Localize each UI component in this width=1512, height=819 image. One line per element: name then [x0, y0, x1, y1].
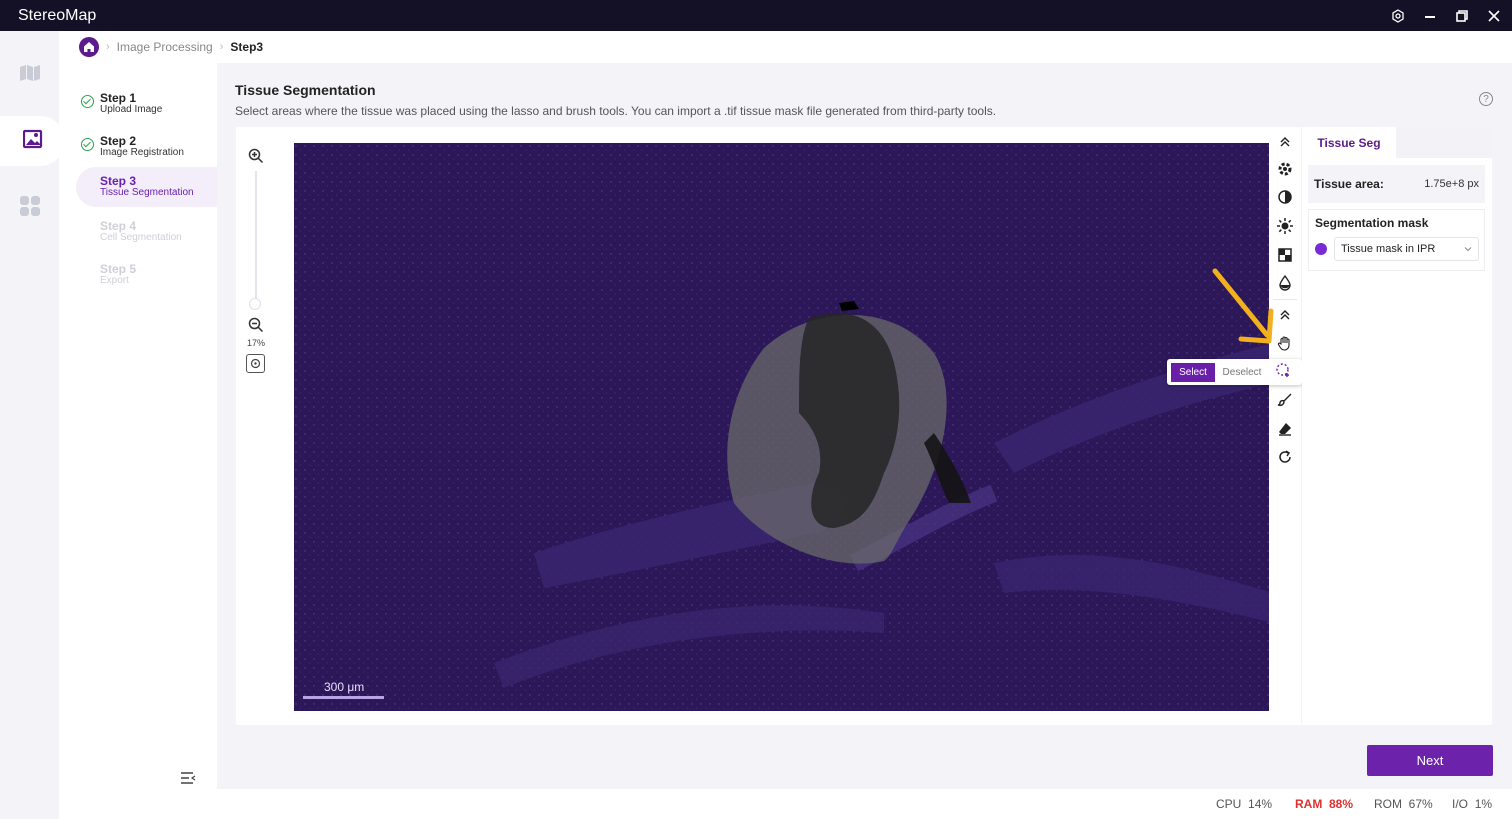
step-subtitle: Cell Segmentation — [100, 232, 182, 243]
step-subtitle: Upload Image — [100, 104, 163, 115]
tissue-image — [294, 143, 1273, 711]
close-icon[interactable] — [1486, 8, 1502, 24]
minimize-icon[interactable] — [1422, 8, 1438, 24]
settings-gear-icon[interactable] — [1275, 159, 1295, 179]
canvas-card: 17% 300 μm — [236, 127, 1288, 725]
annotation-arrow-icon — [1212, 268, 1274, 344]
title-bar: StereoMap — [0, 0, 1512, 31]
target-icon — [250, 358, 261, 369]
select-mode-button[interactable]: Select — [1171, 362, 1215, 382]
lasso-add-icon[interactable] — [1275, 362, 1291, 383]
step-title: Step 2 — [100, 134, 137, 148]
tissue-seg-panel: Tissue Seg Tissue area: 1.75e+8 px Segme… — [1302, 127, 1492, 725]
tab-tissue-seg[interactable]: Tissue Seg — [1302, 127, 1396, 158]
rail-item-map[interactable] — [0, 50, 59, 100]
step-1[interactable]: Step 1 Upload Image — [76, 87, 217, 127]
window-controls — [1390, 0, 1502, 31]
breadcrumb-image-processing[interactable]: Image Processing — [117, 40, 213, 54]
step-title: Step 5 — [100, 262, 137, 276]
breadcrumb-step3: Step3 — [230, 40, 264, 54]
zoom-in-icon[interactable] — [248, 148, 264, 164]
zoom-out-icon[interactable] — [248, 317, 264, 333]
zoom-level: 17% — [246, 338, 265, 348]
home-icon — [84, 42, 94, 52]
step-title: Step 4 — [100, 219, 137, 233]
breadcrumb: › Image Processing › Step3 — [59, 31, 1512, 63]
map-icon — [19, 64, 41, 87]
chevron-down-icon — [1464, 247, 1472, 252]
mask-dropdown-value: Tissue mask in IPR — [1341, 243, 1436, 255]
check-circle-icon — [81, 138, 94, 151]
brightness-icon[interactable] — [1275, 216, 1295, 236]
tissue-area-value: 1.75e+8 px — [1424, 178, 1479, 190]
rom-value: 67% — [1408, 797, 1433, 811]
page-title: Tissue Segmentation — [235, 82, 376, 98]
ram-status: RAM 88% — [1295, 797, 1353, 811]
zoom-slider-track[interactable] — [255, 171, 257, 301]
ram-label: RAM — [1295, 797, 1323, 811]
io-label: I/O — [1452, 797, 1469, 811]
steps-panel: Step 1 Upload Image Step 2 Image Registr… — [59, 63, 217, 789]
eraser-icon[interactable] — [1275, 419, 1295, 439]
breadcrumb-separator: › — [219, 41, 224, 53]
step-title: Step 3 — [100, 174, 137, 188]
zoom-controls: 17% — [236, 127, 275, 725]
main-content: Tissue Segmentation Select areas where t… — [217, 63, 1512, 789]
app-title: StereoMap — [18, 6, 97, 24]
apps-icon — [19, 195, 41, 222]
restore-icon[interactable] — [1454, 8, 1470, 24]
settings-icon[interactable] — [1390, 8, 1406, 24]
cpu-status: CPU 14% — [1216, 797, 1272, 811]
segmentation-mask-label: Segmentation mask — [1315, 216, 1429, 230]
segmentation-mask-card: Segmentation mask Tissue mask in IPR — [1308, 209, 1485, 271]
page-description: Select areas where the tissue was placed… — [235, 104, 997, 118]
help-icon[interactable]: ? — [1479, 92, 1493, 106]
mask-dropdown[interactable]: Tissue mask in IPR — [1334, 237, 1479, 261]
panel-tab-bar: Tissue Seg — [1302, 127, 1492, 158]
io-status: I/O 1% — [1452, 797, 1492, 811]
collapse-menu-icon — [181, 772, 196, 784]
step-subtitle: Tissue Segmentation — [100, 187, 194, 198]
step-4: Step 4 Cell Segmentation — [76, 215, 217, 255]
step-title: Step 1 — [100, 91, 137, 105]
next-button[interactable]: Next — [1367, 745, 1493, 776]
home-button[interactable] — [79, 37, 99, 57]
scale-bar — [303, 696, 384, 699]
step-3[interactable]: Step 3 Tissue Segmentation — [76, 167, 217, 207]
selection-mode-popup: Select Deselect — [1167, 359, 1302, 385]
left-rail — [0, 31, 65, 819]
breadcrumb-separator: › — [106, 41, 110, 53]
tissue-area-label: Tissue area: — [1314, 177, 1384, 191]
step-2[interactable]: Step 2 Image Registration — [76, 130, 217, 170]
cpu-value: 14% — [1248, 797, 1273, 811]
check-circle-icon — [81, 95, 94, 108]
tool-column — [1269, 127, 1301, 725]
scale-bar-label: 300 μm — [324, 680, 365, 694]
image-processing-icon — [22, 129, 43, 154]
step-subtitle: Export — [100, 275, 129, 286]
mask-color-swatch[interactable] — [1315, 243, 1327, 255]
step-subtitle: Image Registration — [100, 147, 184, 158]
zoom-slider-handle[interactable] — [249, 298, 261, 310]
brush-icon[interactable] — [1275, 390, 1295, 410]
step-5: Step 5 Export — [76, 258, 217, 298]
rail-item-image-processing[interactable] — [0, 116, 65, 166]
redo-icon[interactable] — [1275, 447, 1295, 467]
rom-label: ROM — [1374, 797, 1402, 811]
rom-status: ROM 67% — [1374, 797, 1433, 811]
cpu-label: CPU — [1216, 797, 1242, 811]
rail-item-apps[interactable] — [0, 183, 59, 233]
collapse-panel-button[interactable] — [179, 770, 197, 786]
contrast-icon[interactable] — [1275, 187, 1295, 207]
ram-value: 88% — [1329, 797, 1354, 811]
fit-view-button[interactable] — [246, 354, 265, 373]
checker-icon[interactable] — [1275, 245, 1295, 265]
collapse-up-icon[interactable] — [1275, 132, 1295, 152]
io-value: 1% — [1474, 797, 1493, 811]
tissue-area-card: Tissue area: 1.75e+8 px — [1308, 165, 1485, 203]
status-bar: CPU 14% RAM 88% ROM 67% I/O 1% — [59, 789, 1512, 819]
tissue-image-viewer[interactable]: 300 μm — [294, 143, 1273, 711]
deselect-mode-button[interactable]: Deselect — [1215, 363, 1269, 382]
